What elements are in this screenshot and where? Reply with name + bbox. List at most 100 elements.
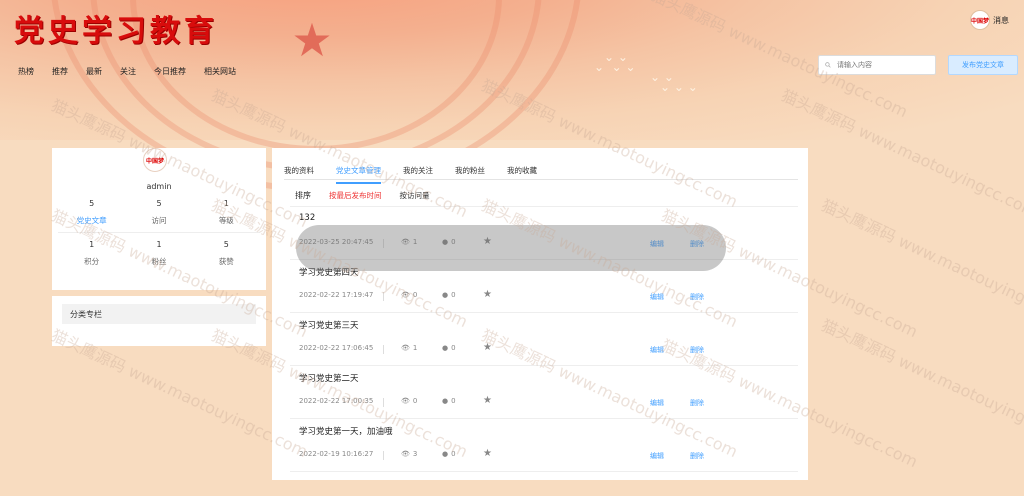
article-views: 👁 3 [401,450,417,458]
views-count: 1 [412,344,418,352]
article-comments: ● 0 [442,344,456,352]
tab-item[interactable]: 我的关注 [403,165,433,184]
nav-item[interactable]: 推荐 [52,66,68,77]
stats-row-1: 5 党史文章 5 访问 1 等级 [58,199,260,226]
eye-icon: 👁 [401,291,410,299]
divider [383,451,384,460]
stat-label: 粉丝 [151,257,167,266]
star-icon[interactable]: ★ [483,395,492,406]
nav-item[interactable]: 热榜 [18,66,34,77]
eye-icon: 👁 [401,450,410,458]
search-icon [825,62,831,68]
stat-value: 1 [223,199,229,208]
star-icon[interactable]: ★ [483,448,492,459]
delete-button[interactable]: 删除 [690,451,704,461]
search-input[interactable] [835,60,935,70]
loading-overlay [296,225,726,271]
article-views: 👁 0 [401,397,417,405]
divider [383,345,384,354]
article-title[interactable]: 学习党史第二天 [299,372,359,384]
views-count: 0 [412,397,418,405]
doves-decoration-icon: ⌄ ⌄ ⌄ ⌄ ⌄ ⌄ ⌄ ⌄ ⌄ ⌄ [594,50,698,94]
article-meta: 2022-02-22 17:00:35 👁 0 ● 0 ★ 编辑 删除 [299,395,799,409]
category-card: 分类专栏 [52,296,266,346]
views-count: 3 [412,450,418,458]
delete-button[interactable]: 删除 [690,398,704,408]
comments-count: 0 [451,450,456,458]
divider [284,179,798,180]
nav-item[interactable]: 相关网站 [204,66,236,77]
edit-button[interactable]: 编辑 [650,398,664,408]
eye-icon: 👁 [401,397,410,405]
edit-button[interactable]: 编辑 [650,292,664,302]
stat-label: 等级 [218,216,234,225]
delete-button[interactable]: 删除 [690,292,704,302]
watermark-text: 猫头鹰源码 www.maotouyingcc.com [818,195,1024,332]
sort-label: 排序 [295,191,311,200]
stat-level: 1 等级 [193,199,260,226]
stat-value: 1 [89,240,95,249]
article-views: 👁 0 [401,291,417,299]
stats-row-2: 1 积分 1 粉丝 5 获赞 [58,240,260,267]
stat-value: 1 [156,240,162,249]
delete-button[interactable]: 删除 [690,345,704,355]
article-management-panel: 我的资料 党史文章管理 我的关注 我的粉丝 我的收藏 排序 按最后发布时间 按访问量 1… [272,148,808,480]
stat-articles[interactable]: 5 党史文章 [58,199,125,226]
article-row: 学习党史第一天，加油哦 2022-02-19 10:16:27 👁 3 ● 0 ★ 编辑 删除 [290,419,798,472]
profile-avatar[interactable]: 中国梦 [143,148,167,172]
top-nav: 热榜 推荐 最新 关注 今日推荐 相关网站 [18,66,236,77]
article-comments: ● 0 [442,450,456,458]
stat-value: 5 [89,199,95,208]
article-date: 2022-02-19 10:16:27 [299,450,374,458]
publish-article-button[interactable]: 发布党史文章 [948,55,1018,75]
site-title[interactable]: 党史学习教育 [14,6,218,50]
comment-icon: ● [442,344,449,352]
tab-item[interactable]: 我的收藏 [507,165,537,184]
divider [383,398,384,407]
nav-item[interactable]: 最新 [86,66,102,77]
nav-item[interactable]: 关注 [120,66,136,77]
article-row: 学习党史第三天 2022-02-22 17:06:45 👁 1 ● 0 ★ 编辑 删除 [290,313,798,366]
article-date: 2022-02-22 17:00:35 [299,397,374,405]
star-icon[interactable]: ★ [483,342,492,353]
stat-label: 访问 [151,216,167,225]
message-label[interactable]: 消息 [993,15,1009,26]
tab-bar: 我的资料 党史文章管理 我的关注 我的粉丝 我的收藏 [284,165,537,184]
tab-item[interactable]: 我的粉丝 [455,165,485,184]
profile-card: 中国梦 admin 5 党史文章 5 访问 1 等级 1 积分 1 粉丝 5 获… [52,148,266,290]
stat-fans: 1 粉丝 [125,240,192,267]
sort-by-time[interactable]: 按最后发布时间 [329,190,382,201]
search-field[interactable] [818,55,936,75]
message-entry[interactable]: 中国梦 消息 [970,10,1009,30]
edit-button[interactable]: 编辑 [650,451,664,461]
divider [383,292,384,301]
article-title[interactable]: 学习党史第一天，加油哦 [299,425,393,437]
star-icon[interactable]: ★ [483,289,492,300]
tab-item[interactable]: 我的资料 [284,165,314,184]
tab-item[interactable]: 党史文章管理 [336,165,381,184]
article-date: 2022-02-22 17:19:47 [299,291,374,299]
stat-likes: 5 获赞 [193,240,260,267]
avatar[interactable]: 中国梦 [970,10,990,30]
comments-count: 0 [451,397,456,405]
stat-value: 5 [223,240,229,249]
views-count: 0 [412,291,418,299]
sort-by-views[interactable]: 按访问量 [400,190,430,201]
profile-username: admin [146,182,172,191]
article-meta: 2022-02-22 17:06:45 👁 1 ● 0 ★ 编辑 删除 [299,342,799,356]
article-title[interactable]: 132 [299,213,315,223]
article-title[interactable]: 学习党史第三天 [299,319,359,331]
comment-icon: ● [442,397,449,405]
stat-label[interactable]: 党史文章 [58,215,125,226]
nav-item[interactable]: 今日推荐 [154,66,186,77]
watermark-text: 猫头鹰源码 www.maotouyingcc.com [818,315,1024,452]
comments-count: 0 [451,344,456,352]
category-title: 分类专栏 [62,304,256,324]
divider [58,232,260,233]
edit-button[interactable]: 编辑 [650,345,664,355]
stat-visits: 5 访问 [125,199,192,226]
stat-label: 积分 [84,257,100,266]
sort-bar: 排序 按最后发布时间 按访问量 [295,190,430,201]
article-meta: 2022-02-19 10:16:27 👁 3 ● 0 ★ 编辑 删除 [299,448,799,462]
comments-count: 0 [451,291,456,299]
